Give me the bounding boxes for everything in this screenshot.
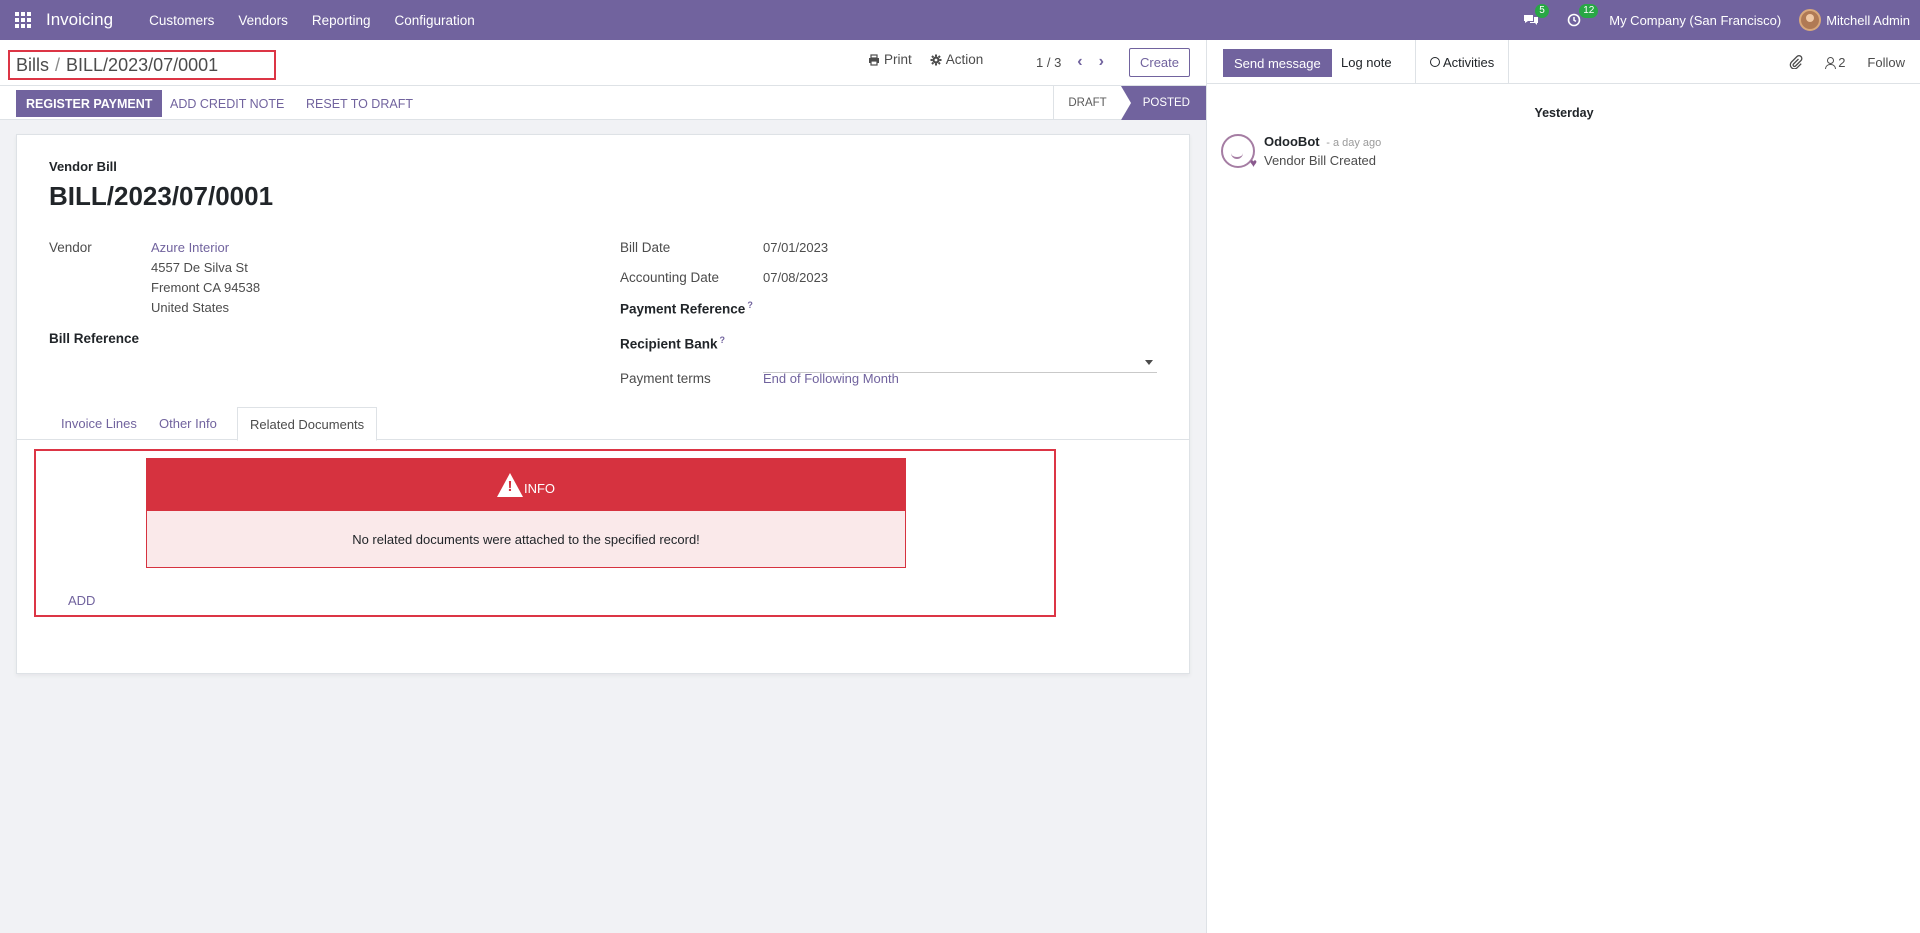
tab-other-info[interactable]: Other Info	[147, 407, 229, 440]
menu-customers[interactable]: Customers	[137, 13, 226, 28]
form-statusbar-row: Register Payment Add Credit Note Reset t…	[0, 85, 1206, 120]
vendor-field: Azure Interior 4557 De Silva St Fremont …	[151, 238, 260, 318]
reset-to-draft-button[interactable]: Reset to Draft	[300, 90, 419, 117]
chatter-topbar: Send message Log note Activities 2 Follo…	[1207, 40, 1920, 84]
chatter-panel: Send message Log note Activities 2 Follo…	[1206, 40, 1920, 933]
menu-vendors[interactable]: Vendors	[226, 13, 300, 28]
register-payment-button[interactable]: Register Payment	[16, 90, 163, 117]
form-notebook-tabs: Invoice Lines Other Info Related Documen…	[17, 407, 1189, 441]
record-pager: 1 / 3 ‹ ›	[1036, 53, 1104, 71]
alert-message: No related documents were attached to th…	[147, 511, 905, 567]
message-body: Vendor Bill Created	[1264, 153, 1377, 168]
status-draft[interactable]: Draft	[1053, 86, 1120, 120]
company-switcher[interactable]: My Company (San Francisco)	[1609, 13, 1781, 28]
control-panel: Bills / BILL/2023/07/0001 Print Action 1 /…	[0, 40, 1206, 120]
accounting-date-label: Accounting Date	[620, 270, 720, 285]
day-separator: Yesterday	[1534, 106, 1594, 120]
app-brand[interactable]: Invoicing	[46, 10, 113, 30]
user-menu[interactable]: Mitchell Admin	[1799, 9, 1910, 31]
breadcrumb: Bills / BILL/2023/07/0001	[8, 50, 276, 80]
send-message-button[interactable]: Send message	[1223, 49, 1332, 77]
info-alert: INFO No related documents were attached …	[146, 458, 906, 568]
vendor-address-line-1: 4557 De Silva St	[151, 260, 248, 275]
activities-label: Activities	[1443, 54, 1495, 70]
activities-badge: 12	[1579, 4, 1599, 18]
tab-related-documents[interactable]: Related Documents	[237, 407, 378, 441]
gear-icon	[930, 54, 942, 65]
recipient-bank-label: Recipient Bank?	[620, 335, 725, 352]
action-menu[interactable]: Action	[930, 52, 984, 67]
payment-reference-label: Payment Reference?	[620, 300, 753, 317]
top-navbar: Invoicing Customers Vendors Reporting Co…	[0, 0, 1920, 40]
breadcrumb-bills-link[interactable]: Bills	[16, 55, 49, 75]
status-pipeline: Draft Posted	[1053, 86, 1206, 120]
activity-menu[interactable]: 12	[1567, 4, 1599, 27]
messages-badge: 5	[1535, 4, 1549, 18]
message-date: - a day ago	[1326, 137, 1382, 149]
tab-invoice-lines[interactable]: Invoice Lines	[49, 407, 149, 440]
document-type: Vendor Bill	[49, 159, 117, 174]
bill-date-value[interactable]: 07/01/2023	[763, 238, 828, 258]
follow-button[interactable]: Follow	[1867, 55, 1905, 70]
payment-terms-label: Payment terms	[620, 371, 711, 386]
apps-menu-icon[interactable]	[0, 0, 46, 40]
create-button[interactable]: Create	[1129, 48, 1190, 77]
alert-header: INFO	[147, 459, 905, 511]
caret-down-icon	[1145, 360, 1153, 365]
followers-button[interactable]: 2	[1825, 55, 1845, 70]
menu-reporting[interactable]: Reporting	[300, 13, 383, 28]
add-document-button[interactable]: Add	[68, 593, 95, 608]
payment-terms-value[interactable]: End of Following Month	[763, 369, 899, 389]
bill-date-label: Bill Date	[620, 240, 671, 255]
breadcrumb-current: BILL/2023/07/0001	[66, 55, 219, 75]
main-menu: Customers Vendors Reporting Configuratio…	[137, 13, 487, 28]
chatter-topbar-right: 2 Follow	[1789, 40, 1905, 84]
print-menu[interactable]: Print	[868, 52, 912, 67]
pager-next-icon[interactable]: ›	[1099, 53, 1104, 71]
warning-icon	[496, 473, 523, 497]
action-label: Action	[945, 52, 984, 67]
message-author[interactable]: OdooBot	[1264, 134, 1320, 149]
user-avatar	[1799, 9, 1822, 31]
breadcrumb-separator: /	[55, 55, 61, 75]
payment-reference-text: Payment Reference	[620, 301, 746, 317]
user-name: Mitchell Admin	[1826, 12, 1910, 28]
alert-title: INFO	[523, 480, 556, 496]
payment-reference-help-icon[interactable]: ?	[747, 300, 753, 310]
log-note-button[interactable]: Log note	[1327, 40, 1406, 84]
activities-button[interactable]: Activities	[1415, 40, 1510, 84]
systray: 5 12 My Company (San Francisco) Mitchell…	[1523, 0, 1910, 40]
print-label: Print	[884, 52, 912, 67]
clock-icon	[1430, 57, 1440, 67]
chatter-message: OdooBot - a day ago Vendor Bill Created	[1221, 134, 1381, 170]
messaging-menu[interactable]: 5	[1523, 4, 1549, 27]
followers-count: 2	[1838, 54, 1846, 70]
bill-reference-label: Bill Reference	[49, 331, 140, 346]
vendor-address-line-3: United States	[151, 300, 230, 315]
pager-previous-icon[interactable]: ‹	[1077, 53, 1082, 71]
document-title: BILL/2023/07/0001	[49, 181, 274, 211]
pager-value[interactable]: 1 / 3	[1036, 55, 1061, 70]
add-credit-note-button[interactable]: Add Credit Note	[164, 90, 290, 117]
vendor-label: Vendor	[49, 240, 92, 255]
person-icon	[1825, 56, 1837, 69]
status-posted[interactable]: Posted	[1120, 86, 1206, 120]
menu-configuration[interactable]: Configuration	[382, 13, 486, 28]
print-icon	[869, 53, 879, 66]
odoobot-avatar[interactable]	[1221, 134, 1257, 170]
clock-icon	[1567, 13, 1581, 27]
vendor-address-line-2: Fremont CA 94538	[151, 280, 261, 295]
vendor-link[interactable]: Azure Interior	[151, 238, 260, 258]
action-menus: Print Action	[868, 52, 1001, 67]
related-documents-panel: INFO No related documents were attached …	[34, 449, 1056, 617]
paperclip-icon[interactable]	[1789, 55, 1803, 69]
form-sheet: Vendor Bill BILL/2023/07/0001 Vendor Azu…	[16, 134, 1190, 674]
recipient-bank-help-icon[interactable]: ?	[720, 335, 726, 345]
accounting-date-value[interactable]: 07/08/2023	[763, 268, 828, 288]
message-content: OdooBot - a day ago Vendor Bill Created	[1264, 134, 1381, 168]
recipient-bank-text: Recipient Bank	[620, 336, 718, 352]
